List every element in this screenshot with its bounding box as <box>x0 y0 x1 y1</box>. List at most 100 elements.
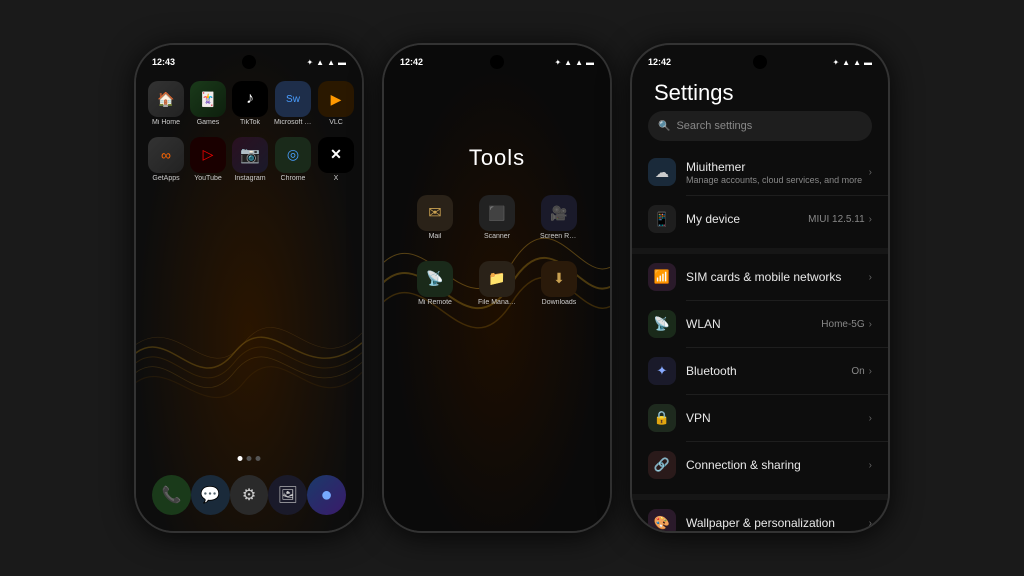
settings-item-sim[interactable]: 📶 SIM cards & mobile networks › <box>632 254 888 300</box>
wlan-icon: 📡 <box>648 310 676 338</box>
app-tiktok[interactable]: ♪ TikTok <box>232 81 268 127</box>
search-bar[interactable]: 🔍 Search settings <box>648 111 872 141</box>
app-screenrec-label: Screen Recorder <box>540 233 578 241</box>
dot-2 <box>247 456 252 461</box>
search-placeholder-text: Search settings <box>676 120 752 132</box>
sim-title: SIM cards & mobile networks <box>686 270 869 284</box>
app-scanner[interactable]: ⬛ Scanner <box>466 195 528 241</box>
bluetooth-title: Bluetooth <box>686 364 851 378</box>
phone2-wifi-icon: ▲ <box>575 58 583 67</box>
app-ms-label: Microsoft SwiftKey <box>274 119 312 127</box>
miuithemer-chevron: › <box>869 167 872 178</box>
phone3-wifi-icon: ▲ <box>853 58 861 67</box>
dock-messages[interactable]: 💬 <box>191 475 230 515</box>
wifi-icon: ▲ <box>327 58 335 67</box>
app-games-icon: 🃏 <box>190 81 226 117</box>
app-filemanager-label: File Manager <box>478 299 516 307</box>
app-screenrec[interactable]: 🎥 Screen Recorder <box>528 195 590 241</box>
app-mihome[interactable]: 🏠 Mi Home <box>148 81 184 127</box>
miuithemer-title: Miuithemer <box>686 160 869 174</box>
settings-item-bluetooth[interactable]: ✦ Bluetooth On › <box>632 348 888 394</box>
app-miremote[interactable]: 📡 Mi Remote <box>404 261 466 307</box>
settings-item-wallpaper[interactable]: 🎨 Wallpaper & personalization › <box>632 500 888 531</box>
app-chrome-label: Chrome <box>281 175 306 183</box>
app-mail-label: Mail <box>429 233 442 241</box>
bluetooth-chevron: › <box>869 366 872 377</box>
settings-item-wlan[interactable]: 📡 WLAN Home-5G › <box>632 301 888 347</box>
app-downloads[interactable]: ⬇ Downloads <box>528 261 590 307</box>
settings-item-connection-sharing[interactable]: 🔗 Connection & sharing › <box>632 442 888 488</box>
vpn-chevron: › <box>869 413 872 424</box>
phone3-battery-icon: ▬ <box>864 58 872 67</box>
app-mihome-label: Mi Home <box>152 119 180 127</box>
vpn-title: VPN <box>686 411 869 425</box>
app-ms[interactable]: Sw Microsoft SwiftKey <box>274 81 312 127</box>
wlan-status: Home-5G <box>821 319 864 330</box>
phone3-time: 12:42 <box>648 57 671 67</box>
phone2-folder-grid: ✉ Mail ⬛ Scanner 🎥 Screen Recorder 📡 Mi … <box>404 195 590 306</box>
connection-sharing-content: Connection & sharing <box>686 458 869 472</box>
app-chrome-icon: ◎ <box>275 137 311 173</box>
dock-phone[interactable]: 📞 <box>152 475 191 515</box>
phone3-signal-icon: ▲ <box>842 58 850 67</box>
phone2-bt-icon: ✦ <box>554 58 561 67</box>
app-youtube-label: YouTube <box>194 175 222 183</box>
phone2-notch <box>490 55 504 69</box>
app-getapps[interactable]: ∞ GetApps <box>148 137 184 183</box>
app-ms-icon: Sw <box>275 81 311 117</box>
wallpaper-content: Wallpaper & personalization <box>686 516 869 530</box>
app-x-icon: ✕ <box>318 137 354 173</box>
mydevice-content: My device <box>686 212 808 226</box>
wave-decoration <box>136 274 362 451</box>
search-icon: 🔍 <box>658 121 670 132</box>
settings-item-vpn[interactable]: 🔒 VPN › <box>632 395 888 441</box>
app-instagram[interactable]: 📷 Instagram <box>232 137 268 183</box>
vpn-icon: 🔒 <box>648 404 676 432</box>
app-vlc[interactable]: ▶ VLC <box>318 81 354 127</box>
app-scanner-label: Scanner <box>484 233 510 241</box>
phone1-time: 12:43 <box>152 57 175 67</box>
wlan-chevron: › <box>869 319 872 330</box>
app-filemanager-icon: 📁 <box>479 261 515 297</box>
dock-gallery[interactable]: 🖼 <box>268 475 307 515</box>
app-filemanager[interactable]: 📁 File Manager <box>466 261 528 307</box>
app-mail[interactable]: ✉ Mail <box>404 195 466 241</box>
connection-sharing-title: Connection & sharing <box>686 458 869 472</box>
mydevice-icon: 📱 <box>648 205 676 233</box>
mydevice-chevron: › <box>869 214 872 225</box>
settings-item-miuithemer[interactable]: ☁ Miuithemer Manage accounts, cloud serv… <box>632 149 888 195</box>
phone2-battery-icon: ▬ <box>586 58 594 67</box>
phone1-app-grid: 🏠 Mi Home 🃏 Games ♪ TikTok Sw Microsoft … <box>148 81 350 182</box>
settings-title: Settings <box>654 80 734 106</box>
app-x[interactable]: ✕ X <box>318 137 354 183</box>
dock-settings[interactable]: ⚙ <box>230 475 269 515</box>
battery-icon: ▬ <box>338 58 346 67</box>
app-tiktok-icon: ♪ <box>232 81 268 117</box>
vpn-content: VPN <box>686 411 869 425</box>
connection-sharing-chevron: › <box>869 460 872 471</box>
app-getapps-icon: ∞ <box>148 137 184 173</box>
app-youtube[interactable]: ▷ YouTube <box>190 137 226 183</box>
phone-2: 12:42 ✦ ▲ ▲ ▬ Tools ✉ Mail ⬛ Scanner 🎥 S… <box>382 43 612 533</box>
bluetooth-icon: ✦ <box>648 357 676 385</box>
app-downloads-icon: ⬇ <box>541 261 577 297</box>
dock-camera[interactable]: ● <box>307 475 346 515</box>
app-mail-icon: ✉ <box>417 195 453 231</box>
app-tiktok-label: TikTok <box>240 119 260 127</box>
app-vlc-icon: ▶ <box>318 81 354 117</box>
wallpaper-icon: 🎨 <box>648 509 676 531</box>
wlan-title: WLAN <box>686 317 821 331</box>
settings-section-network: 📶 SIM cards & mobile networks › 📡 WLAN H… <box>632 254 888 488</box>
app-mihome-icon: 🏠 <box>148 81 184 117</box>
app-games[interactable]: 🃏 Games <box>190 81 226 127</box>
dot-3 <box>256 456 261 461</box>
app-scanner-icon: ⬛ <box>479 195 515 231</box>
phone3-bt-icon: ✦ <box>832 58 839 67</box>
bt-icon: ✦ <box>306 58 313 67</box>
phone1-notch <box>242 55 256 69</box>
app-chrome[interactable]: ◎ Chrome <box>274 137 312 183</box>
app-vlc-label: VLC <box>329 119 343 127</box>
wallpaper-title: Wallpaper & personalization <box>686 516 869 530</box>
settings-item-mydevice[interactable]: 📱 My device MIUI 12.5.11 › <box>632 196 888 242</box>
app-youtube-icon: ▷ <box>190 137 226 173</box>
